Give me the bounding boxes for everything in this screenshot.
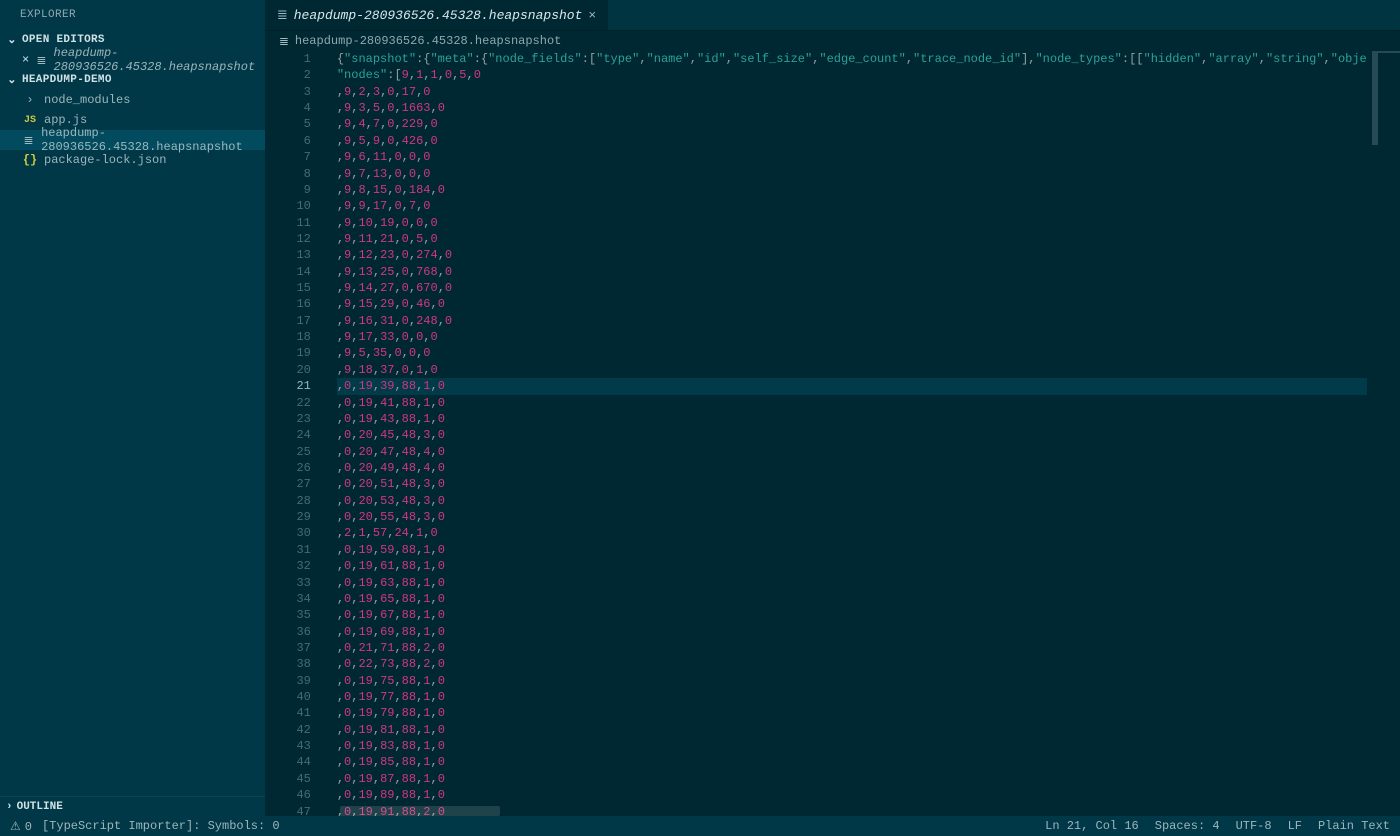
workspace-label: HEAPDUMP-DEMO [22,74,112,86]
cursor-position-status[interactable]: Ln 21, Col 16 [1045,819,1139,833]
breadcrumb-label: heapdump-280936526.45328.heapsnapshot [295,34,561,48]
file-tree-item-label: package-lock.json [44,153,166,167]
editor-area: ≣ heapdump-280936526.45328.heapsnapshot … [265,0,1400,836]
js-file-icon: JS [22,115,38,126]
file-tree-item[interactable]: › node_modules [0,90,265,110]
minimap[interactable] [1367,51,1400,836]
close-icon[interactable]: × [588,8,596,23]
eol-status[interactable]: LF [1288,819,1302,833]
json-file-icon: {} [22,153,38,167]
close-icon[interactable]: × [22,53,29,67]
status-bar: 0 [TypeScript Importer]: Symbols: 0 Ln 2… [0,816,1400,836]
scrollbar-thumb[interactable] [340,806,500,816]
horizontal-scrollbar[interactable] [340,806,1340,816]
language-mode-status[interactable]: Plain Text [1318,819,1390,833]
open-editor-item[interactable]: × ≣ heapdump-280936526.45328.heapsnapsho… [0,50,265,70]
tab-label: heapdump-280936526.45328.heapsnapshot [294,8,583,23]
chevron-right-icon [6,801,13,813]
workspace-section[interactable]: ⌄ HEAPDUMP-DEMO [0,70,265,90]
file-icon: ≣ [35,53,47,68]
chevron-right-icon: › [22,93,38,107]
editor-tab[interactable]: ≣ heapdump-280936526.45328.heapsnapshot … [265,0,608,30]
ts-importer-status[interactable]: [TypeScript Importer]: Symbols: 0 [42,819,280,833]
chevron-down-icon: ⌄ [6,33,18,47]
outline-section[interactable]: OUTLINE [0,796,265,816]
chevron-down-icon: ⌄ [6,73,18,87]
encoding-status[interactable]: UTF-8 [1236,819,1272,833]
breadcrumb[interactable]: ≣ heapdump-280936526.45328.heapsnapshot [265,31,1400,51]
code-content[interactable]: {"snapshot":{"meta":{"node_fields":["typ… [325,51,1367,836]
file-tree-item[interactable]: ≣heapdump-280936526.45328.heapsnapshot [0,130,265,150]
explorer-sidebar: EXPLORER ⌄ OPEN EDITORS × ≣ heapdump-280… [0,0,265,836]
file-icon: ≣ [22,133,35,148]
indentation-status[interactable]: Spaces: 4 [1155,819,1220,833]
warnings-status[interactable]: 0 [10,819,32,834]
file-icon: ≣ [279,34,289,49]
line-number-gutter: 1234567891011121314151617181920212223242… [265,51,325,836]
open-editors-label: OPEN EDITORS [22,34,105,46]
file-tree-item-label: node_modules [44,93,130,107]
outline-label: OUTLINE [17,801,63,813]
file-tree-item-label: heapdump-280936526.45328.heapsnapshot [41,126,259,154]
explorer-title: EXPLORER [0,0,265,30]
file-icon: ≣ [277,8,288,23]
tab-bar: ≣ heapdump-280936526.45328.heapsnapshot … [265,0,1400,31]
file-tree-item-label: app.js [44,113,87,127]
